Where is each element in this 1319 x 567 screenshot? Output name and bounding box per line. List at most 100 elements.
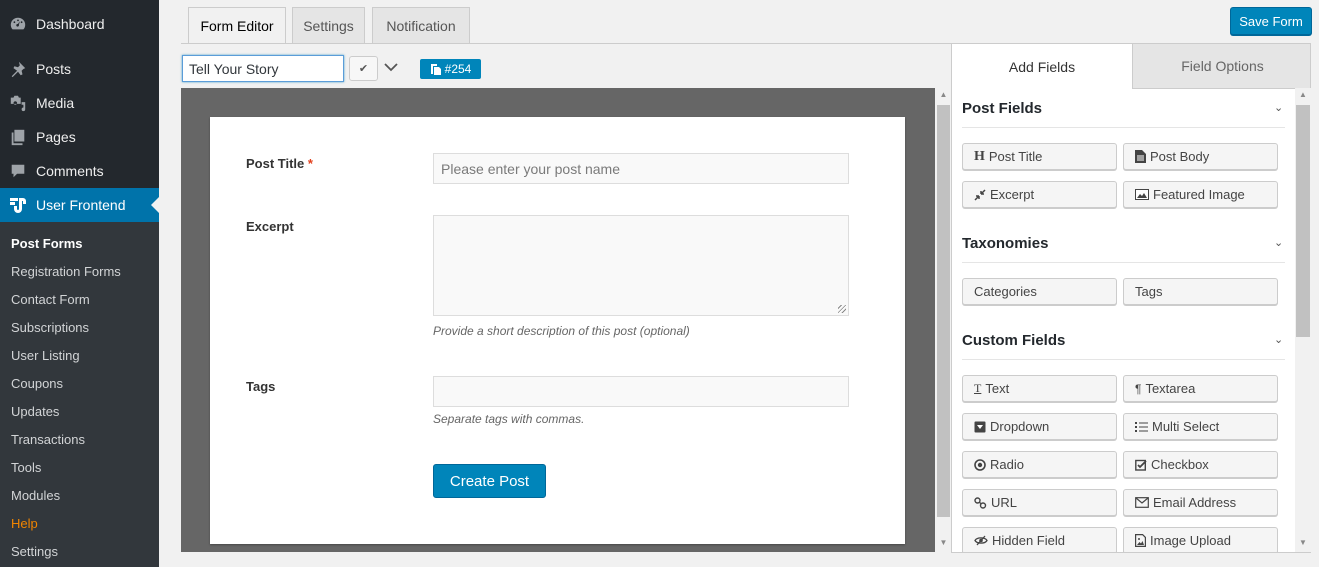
create-post-button[interactable]: Create Post	[433, 464, 546, 498]
submenu-help[interactable]: Help	[11, 516, 38, 531]
tags-help-text: Separate tags with commas.	[433, 412, 585, 426]
dropdown-icon	[974, 421, 986, 433]
media-icon	[8, 93, 28, 113]
field-button-featured-image[interactable]: Featured Image	[1123, 181, 1278, 208]
fields-panel: Add Fields Field Options Post Fields ⌄ H…	[951, 43, 1311, 553]
section-divider	[962, 359, 1285, 360]
paragraph-icon: ¶	[1135, 381, 1142, 396]
chevron-down-icon[interactable]: ⌄	[1274, 333, 1283, 346]
section-custom-fields-title[interactable]: Custom Fields	[962, 332, 1065, 349]
section-post-fields-title[interactable]: Post Fields	[962, 100, 1042, 117]
link-icon	[974, 496, 987, 509]
tab-form-editor[interactable]: Form Editor	[188, 7, 286, 44]
shortcode-copy-button[interactable]: #254	[420, 59, 481, 79]
excerpt-textarea[interactable]	[433, 215, 849, 316]
required-marker: *	[307, 156, 313, 171]
chevron-down-icon[interactable]: ⌄	[1274, 236, 1283, 249]
field-button-text[interactable]: T Text	[962, 375, 1117, 402]
tab-add-fields[interactable]: Add Fields	[952, 44, 1132, 89]
submenu-post-forms[interactable]: Post Forms	[11, 236, 83, 251]
tab-settings[interactable]: Settings	[292, 7, 365, 43]
confirm-name-button[interactable]: ✔	[349, 56, 378, 81]
scroll-thumb[interactable]	[1296, 105, 1310, 337]
field-button-image-upload[interactable]: Image Upload	[1123, 527, 1278, 552]
excerpt-help-text: Provide a short description of this post…	[433, 324, 690, 338]
field-button-textarea[interactable]: ¶ Textarea	[1123, 375, 1278, 402]
document-icon	[1135, 150, 1146, 163]
field-button-radio[interactable]: Radio	[962, 451, 1117, 478]
scroll-down-icon[interactable]: ▼	[935, 538, 952, 547]
resize-grip-icon[interactable]	[838, 305, 846, 313]
submenu-modules[interactable]: Modules	[11, 488, 60, 503]
tags-input[interactable]	[433, 376, 849, 407]
form-canvas: Post Title * Please enter your post name…	[210, 117, 905, 544]
admin-sidebar: Dashboard Posts Media Pages Comments Use…	[0, 0, 159, 567]
field-button-multi-select[interactable]: Multi Select	[1123, 413, 1278, 440]
image-file-icon	[1135, 534, 1146, 547]
field-button-post-body[interactable]: Post Body	[1123, 143, 1278, 170]
submenu-settings[interactable]: Settings	[11, 544, 58, 559]
section-taxonomies-title[interactable]: Taxonomies	[962, 235, 1048, 252]
field-button-checkbox[interactable]: Checkbox	[1123, 451, 1278, 478]
field-button-tags[interactable]: Tags	[1123, 278, 1278, 305]
text-cursor-icon: T	[974, 381, 982, 395]
tab-divider	[181, 43, 951, 44]
submenu-registration-forms[interactable]: Registration Forms	[11, 264, 121, 279]
scroll-thumb[interactable]	[937, 105, 950, 517]
comment-icon	[8, 161, 28, 181]
submenu-updates[interactable]: Updates	[11, 404, 59, 419]
save-form-button[interactable]: Save Form	[1230, 7, 1312, 35]
submenu-contact-form[interactable]: Contact Form	[11, 292, 90, 307]
field-button-post-title[interactable]: H Post Title	[962, 143, 1117, 170]
post-title-label: Post Title *	[246, 156, 313, 171]
scroll-up-icon[interactable]: ▲	[935, 90, 952, 99]
section-divider	[962, 262, 1285, 263]
shortcode-id: #254	[444, 62, 472, 76]
menu-label: Pages	[36, 129, 76, 145]
menu-item-comments[interactable]: Comments	[0, 154, 159, 188]
scroll-up-icon[interactable]: ▲	[1295, 90, 1311, 99]
submenu-subscriptions[interactable]: Subscriptions	[11, 320, 89, 335]
section-divider	[962, 127, 1285, 128]
field-button-excerpt[interactable]: Excerpt	[962, 181, 1117, 208]
compress-icon	[974, 188, 986, 201]
menu-label: Posts	[36, 61, 72, 77]
menu-item-user-frontend[interactable]: User Frontend	[0, 188, 159, 222]
heading-icon: H	[974, 148, 985, 164]
tab-field-options[interactable]: Field Options	[1132, 44, 1310, 89]
submenu-user-listing[interactable]: User Listing	[11, 348, 80, 363]
menu-label: Media	[36, 95, 75, 111]
menu-item-media[interactable]: Media	[0, 86, 159, 120]
menu-item-pages[interactable]: Pages	[0, 120, 159, 154]
checkbox-icon	[1135, 459, 1147, 471]
tags-label: Tags	[246, 379, 276, 394]
user-frontend-logo-icon	[8, 195, 28, 215]
radio-icon	[974, 458, 986, 471]
copy-icon	[430, 64, 441, 75]
field-button-email-address[interactable]: Email Address	[1123, 489, 1278, 516]
user-frontend-submenu: Post Forms Registration Forms Contact Fo…	[0, 222, 159, 567]
tab-notification[interactable]: Notification	[372, 7, 470, 43]
field-button-categories[interactable]: Categories	[962, 278, 1117, 305]
post-title-input[interactable]: Please enter your post name	[433, 153, 849, 184]
field-button-url[interactable]: URL	[962, 489, 1117, 516]
submenu-tools[interactable]: Tools	[11, 460, 41, 475]
submenu-transactions[interactable]: Transactions	[11, 432, 85, 447]
chevron-down-icon[interactable]: ⌄	[1274, 101, 1283, 114]
form-name-input[interactable]: Tell Your Story	[182, 55, 344, 82]
scroll-down-icon[interactable]: ▼	[1295, 538, 1311, 547]
menu-label: User Frontend	[36, 197, 126, 213]
menu-item-dashboard[interactable]: Dashboard	[0, 7, 159, 41]
pages-icon	[8, 127, 28, 147]
checkmark-icon: ✔	[358, 63, 369, 75]
image-icon	[1135, 189, 1149, 200]
preview-scrollbar[interactable]: ▲ ▼	[935, 88, 952, 552]
form-switcher-toggle[interactable]	[383, 57, 399, 77]
field-button-dropdown[interactable]: Dropdown	[962, 413, 1117, 440]
list-icon	[1135, 421, 1148, 432]
dashboard-icon	[8, 14, 28, 34]
menu-item-posts[interactable]: Posts	[0, 52, 159, 86]
field-button-hidden-field[interactable]: Hidden Field	[962, 527, 1117, 552]
submenu-coupons[interactable]: Coupons	[11, 376, 63, 391]
fields-panel-scrollbar[interactable]: ▲ ▼	[1295, 88, 1311, 552]
